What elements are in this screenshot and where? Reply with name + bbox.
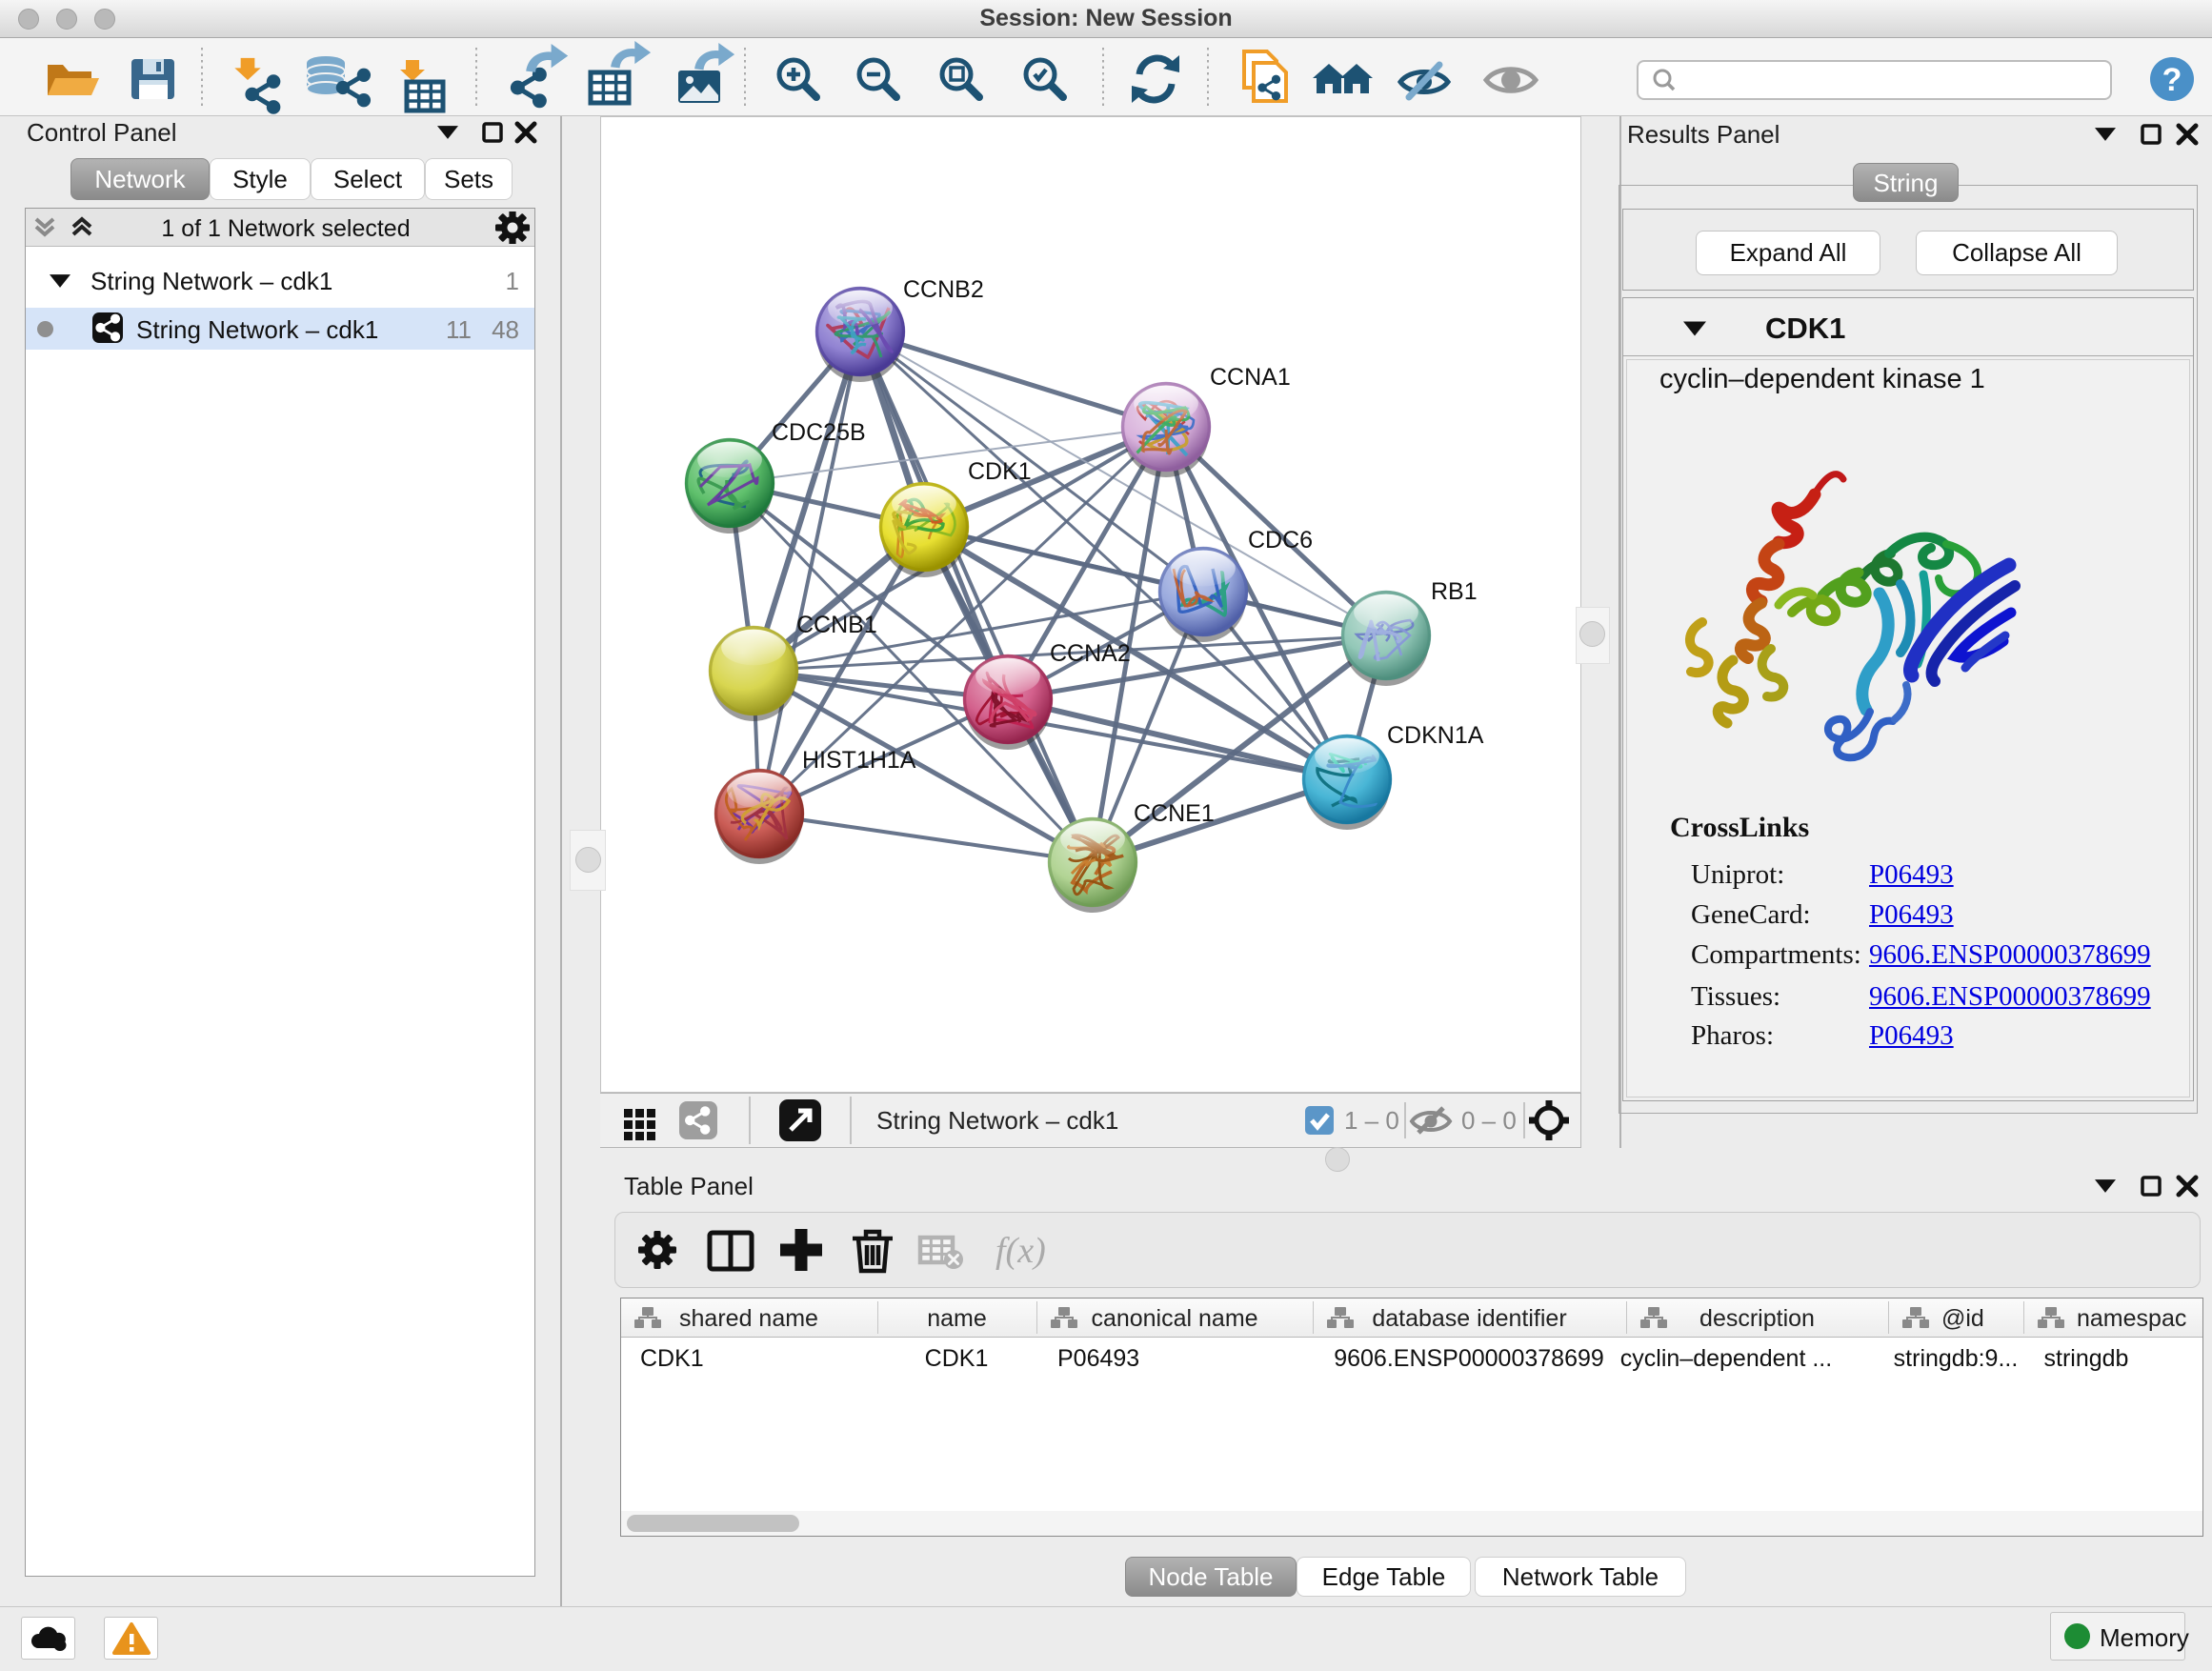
svg-text:HIST1H1A: HIST1H1A xyxy=(802,747,916,774)
svg-text:CCNE1: CCNE1 xyxy=(1134,800,1215,827)
svg-text:CCNB2: CCNB2 xyxy=(903,276,984,303)
svg-text:RB1: RB1 xyxy=(1431,578,1478,605)
svg-text:CCNA2: CCNA2 xyxy=(1050,640,1131,667)
svg-text:CCNA1: CCNA1 xyxy=(1210,364,1291,391)
svg-text:String Network – cdk1: String Network – cdk1 xyxy=(876,1106,1118,1135)
svg-text:CDC25B: CDC25B xyxy=(772,419,866,446)
svg-text:0 – 0: 0 – 0 xyxy=(1461,1106,1517,1135)
svg-text:CCNB1: CCNB1 xyxy=(796,612,877,638)
svg-text:?: ? xyxy=(2162,62,2182,98)
svg-text:CDKN1A: CDKN1A xyxy=(1387,722,1484,749)
svg-text:f(x): f(x) xyxy=(995,1231,1046,1271)
svg-text:CDC6: CDC6 xyxy=(1248,527,1313,554)
svg-text:CDK1: CDK1 xyxy=(968,458,1032,485)
svg-text:1 – 0: 1 – 0 xyxy=(1344,1106,1399,1135)
